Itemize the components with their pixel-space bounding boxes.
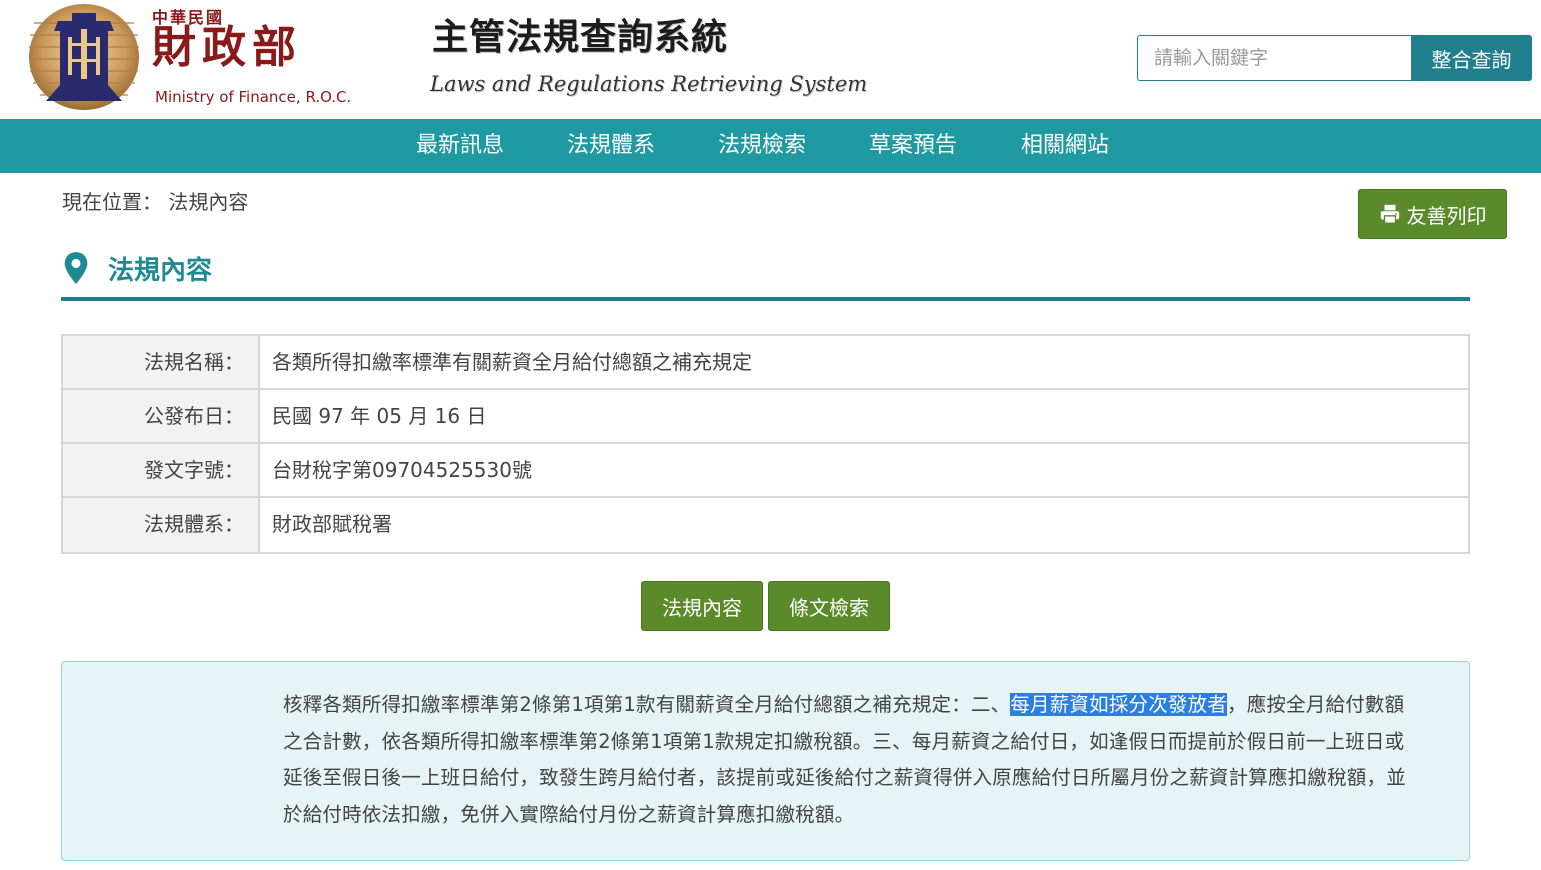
search-button[interactable]: 整合查詢: [1411, 35, 1532, 81]
nav-item-news[interactable]: 最新訊息: [416, 119, 504, 173]
search-bar: 整合查詢: [1137, 35, 1532, 81]
info-value: 各類所得扣繳率標準有關薪資全月給付總額之補充規定: [272, 350, 752, 374]
info-label: 公發布日：: [63, 390, 260, 442]
regulation-content-text: 核釋各類所得扣繳率標準第2條第1項第1款有關薪資全月給付總額之補充規定：二、每月…: [283, 687, 1423, 833]
header: 中華民國 財政部 Ministry of Finance, R.O.C. 主管法…: [0, 0, 1541, 119]
info-value: 財政部賦稅署: [272, 512, 392, 536]
breadcrumb-prefix: 現在位置：: [62, 190, 162, 214]
content-selected-text[interactable]: 每月薪資如採分次發放者: [1010, 693, 1228, 716]
info-row-system: 法規體系： 財政部賦稅署: [63, 498, 1468, 552]
breadcrumb-current: 法規內容: [168, 190, 249, 214]
info-value: 民國 97 年 05 月 16 日: [272, 404, 487, 428]
ministry-seal-icon[interactable]: [28, 3, 140, 111]
tab-article-search[interactable]: 條文檢索: [768, 581, 890, 631]
regulation-info-table: 法規名稱： 各類所得扣繳率標準有關薪資全月給付總額之補充規定 公發布日： 民國 …: [61, 334, 1470, 554]
printer-icon: [1380, 204, 1399, 224]
system-subtitle: Laws and Regulations Retrieving System: [430, 72, 868, 96]
info-value: 台財稅字第09704525530號: [272, 458, 532, 482]
location-pin-icon: [64, 252, 88, 284]
section-divider: [61, 297, 1470, 301]
system-title: 主管法規查詢系統: [432, 17, 729, 58]
logo-ministry-name: 財政部: [152, 22, 302, 73]
nav-item-regulation-system[interactable]: 法規體系: [567, 119, 655, 173]
nav-item-regulation-search[interactable]: 法規檢索: [718, 119, 806, 173]
print-button-label: 友善列印: [1406, 203, 1487, 228]
page-title: 法規內容: [108, 255, 213, 286]
nav-item-draft-notice[interactable]: 草案預告: [869, 119, 957, 173]
info-row-doc-number: 發文字號： 台財稅字第09704525530號: [63, 444, 1468, 498]
main-nav: 最新訊息 法規體系 法規檢索 草案預告 相關網站: [0, 119, 1541, 173]
regulation-content-box: 核釋各類所得扣繳率標準第2條第1項第1款有關薪資全月給付總額之補充規定：二、每月…: [61, 661, 1470, 861]
info-label: 法規體系：: [63, 498, 260, 552]
ministry-logo[interactable]: 中華民國 財政部 Ministry of Finance, R.O.C.: [152, 4, 382, 114]
nav-item-related-sites[interactable]: 相關網站: [1021, 119, 1109, 173]
search-input[interactable]: [1137, 35, 1412, 81]
logo-english-name: Ministry of Finance, R.O.C.: [155, 88, 352, 106]
content-text-before: 核釋各類所得扣繳率標準第2條第1項第1款有關薪資全月給付總額之補充規定：二、: [283, 693, 1011, 716]
tab-regulation-content[interactable]: 法規內容: [641, 581, 763, 631]
info-row-name: 法規名稱： 各類所得扣繳率標準有關薪資全月給付總額之補充規定: [63, 336, 1468, 390]
info-row-date: 公發布日： 民國 97 年 05 月 16 日: [63, 390, 1468, 444]
print-button[interactable]: 友善列印: [1358, 189, 1507, 239]
info-label: 發文字號：: [63, 444, 260, 496]
info-label: 法規名稱：: [63, 336, 260, 388]
section-header: 法規內容: [62, 248, 212, 288]
breadcrumb: 現在位置： 法規內容: [62, 186, 248, 215]
